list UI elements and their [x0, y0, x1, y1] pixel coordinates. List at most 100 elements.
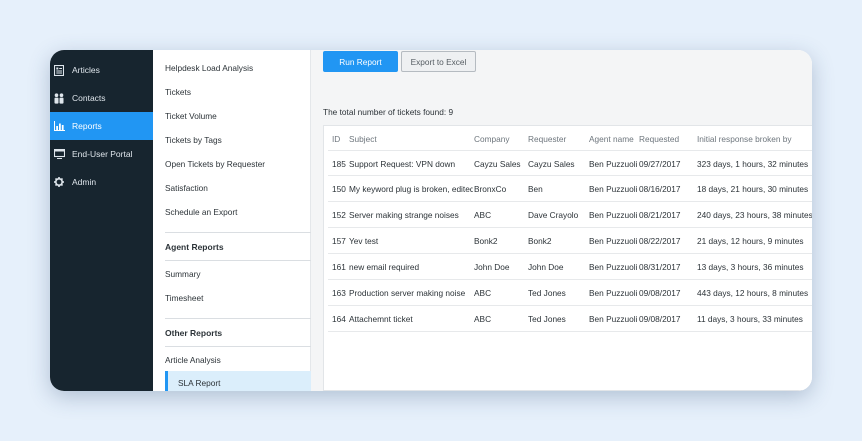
cell-requested: 09/08/2017: [639, 314, 681, 324]
cell-id: 150: [332, 184, 346, 194]
cell-subject[interactable]: new email required: [349, 262, 473, 272]
nav-item-end-user-portal[interactable]: End-User Portal: [50, 140, 153, 168]
cell-subject[interactable]: My keyword plug is broken, edited: [349, 184, 473, 194]
export-excel-button[interactable]: Export to Excel: [401, 51, 476, 72]
cell-company: BronxCo: [474, 184, 507, 194]
cell-requester: Cayzu Sales: [528, 159, 575, 169]
nav-label-articles: Articles: [72, 65, 100, 75]
cell-company: Cayzu Sales: [474, 159, 521, 169]
portal-icon: [53, 148, 65, 160]
submenu-divider: [165, 318, 311, 319]
cell-id: 164: [332, 314, 346, 324]
submenu-item-ticket-volume[interactable]: Ticket Volume: [165, 111, 217, 121]
cell-requester: Ben: [528, 184, 543, 194]
table-row[interactable]: 185 Support Request: VPN down Cayzu Sale…: [328, 150, 812, 176]
cell-agent: Ben Puzzuoli: [589, 314, 638, 324]
cell-id: 185: [332, 159, 346, 169]
cell-broken-by: 13 days, 3 hours, 36 minutes: [697, 262, 804, 272]
cell-subject[interactable]: Production server making noise: [349, 288, 473, 298]
table-row[interactable]: 163 Production server making noise ABC T…: [328, 280, 812, 306]
submenu-item-tickets-by-tags[interactable]: Tickets by Tags: [165, 135, 222, 145]
main-nav: Articles Contacts Reports End-User Porta…: [50, 50, 153, 391]
cell-agent: Ben Puzzuoli: [589, 288, 638, 298]
nav-item-admin[interactable]: Admin: [50, 168, 153, 196]
cell-company: John Doe: [474, 262, 510, 272]
cell-requested: 09/08/2017: [639, 288, 681, 298]
nav-label-contacts: Contacts: [72, 93, 106, 103]
table-row[interactable]: 164 Attachemnt ticket ABC Ted Jones Ben …: [328, 306, 812, 332]
nav-label-admin: Admin: [72, 177, 97, 187]
cell-requested: 09/27/2017: [639, 159, 681, 169]
column-header-company[interactable]: Company: [474, 134, 510, 144]
cell-requester: Ted Jones: [528, 314, 566, 324]
submenu-label-sla-report: SLA Report: [178, 378, 221, 388]
table-row[interactable]: 150 My keyword plug is broken, edited Br…: [328, 176, 812, 202]
agent-reports-heading: Agent Reports: [165, 242, 224, 252]
cell-broken-by: 443 days, 12 hours, 8 minutes: [697, 288, 809, 298]
cell-broken-by: 21 days, 12 hours, 9 minutes: [697, 236, 804, 246]
column-header-subject[interactable]: Subject: [349, 134, 377, 144]
table-row[interactable]: 161 new email required John Doe John Doe…: [328, 254, 812, 280]
reports-submenu: Helpdesk Load Analysis Tickets Ticket Vo…: [153, 50, 311, 391]
cell-requested: 08/21/2017: [639, 210, 681, 220]
submenu-divider: [165, 260, 311, 261]
cell-id: 163: [332, 288, 346, 298]
cell-subject[interactable]: Yev test: [349, 236, 473, 246]
cell-agent: Ben Puzzuoli: [589, 262, 638, 272]
cell-requester: Dave Crayolo: [528, 210, 579, 220]
gear-icon: [53, 176, 65, 188]
cell-requested: 08/16/2017: [639, 184, 681, 194]
cell-agent: Ben Puzzuoli: [589, 159, 638, 169]
cell-id: 157: [332, 236, 346, 246]
submenu-item-article-analysis[interactable]: Article Analysis: [165, 355, 221, 365]
nav-item-contacts[interactable]: Contacts: [50, 84, 153, 112]
cell-subject[interactable]: Attachemnt ticket: [349, 314, 473, 324]
submenu-item-tickets[interactable]: Tickets: [165, 87, 191, 97]
cell-company: Bonk2: [474, 236, 498, 246]
cell-subject[interactable]: Support Request: VPN down: [349, 159, 473, 169]
column-header-requested[interactable]: Requested: [639, 134, 679, 144]
cell-id: 152: [332, 210, 346, 220]
submenu-item-timesheet[interactable]: Timesheet: [165, 293, 203, 303]
column-header-agent-name[interactable]: Agent name: [589, 134, 634, 144]
submenu-item-schedule-export[interactable]: Schedule an Export: [165, 207, 237, 217]
nav-item-articles[interactable]: Articles: [50, 56, 153, 84]
cell-broken-by: 323 days, 1 hours, 32 minutes: [697, 159, 809, 169]
cell-company: ABC: [474, 314, 492, 324]
cell-broken-by: 240 days, 23 hours, 38 minutes: [697, 210, 812, 220]
table-row[interactable]: 157 Yev test Bonk2 Bonk2 Ben Puzzuoli 08…: [328, 228, 812, 254]
cell-agent: Ben Puzzuoli: [589, 184, 638, 194]
report-main: Run Report Export to Excel The total num…: [311, 50, 812, 391]
cell-company: ABC: [474, 288, 492, 298]
cell-company: ABC: [474, 210, 492, 220]
nav-label-reports: Reports: [72, 121, 102, 131]
other-reports-heading: Other Reports: [165, 328, 223, 338]
submenu-item-open-tickets-by-requester[interactable]: Open Tickets by Requester: [165, 159, 265, 169]
column-header-requester[interactable]: Requester: [528, 134, 566, 144]
nav-label-end-user-portal: End-User Portal: [72, 149, 133, 159]
nav-item-reports[interactable]: Reports: [50, 112, 153, 140]
cell-id: 161: [332, 262, 346, 272]
table-row[interactable]: 152 Server making strange noises ABC Dav…: [328, 202, 812, 228]
app-window: Articles Contacts Reports End-User Porta…: [50, 50, 812, 391]
cell-broken-by: 18 days, 21 hours, 30 minutes: [697, 184, 809, 194]
submenu-divider: [165, 346, 311, 347]
run-report-button[interactable]: Run Report: [323, 51, 398, 72]
report-table: ID Subject Company Requester Agent name …: [323, 125, 812, 391]
cell-agent: Ben Puzzuoli: [589, 236, 638, 246]
submenu-item-helpdesk-load-analysis[interactable]: Helpdesk Load Analysis: [165, 63, 253, 73]
submenu-item-summary[interactable]: Summary: [165, 269, 201, 279]
submenu-item-sla-report[interactable]: SLA Report: [165, 371, 311, 391]
cell-subject[interactable]: Server making strange noises: [349, 210, 473, 220]
submenu-item-satisfaction[interactable]: Satisfaction: [165, 183, 208, 193]
cell-broken-by: 11 days, 3 hours, 33 minutes: [697, 314, 803, 324]
cell-agent: Ben Puzzuoli: [589, 210, 638, 220]
column-header-initial-response[interactable]: Initial response broken by: [697, 134, 792, 144]
cell-requester: Ted Jones: [528, 288, 566, 298]
cell-requester: Bonk2: [528, 236, 552, 246]
cell-requester: John Doe: [528, 262, 564, 272]
reports-icon: [53, 120, 65, 132]
submenu-divider: [165, 232, 311, 233]
column-header-id[interactable]: ID: [332, 134, 340, 144]
contacts-icon: [53, 92, 65, 104]
